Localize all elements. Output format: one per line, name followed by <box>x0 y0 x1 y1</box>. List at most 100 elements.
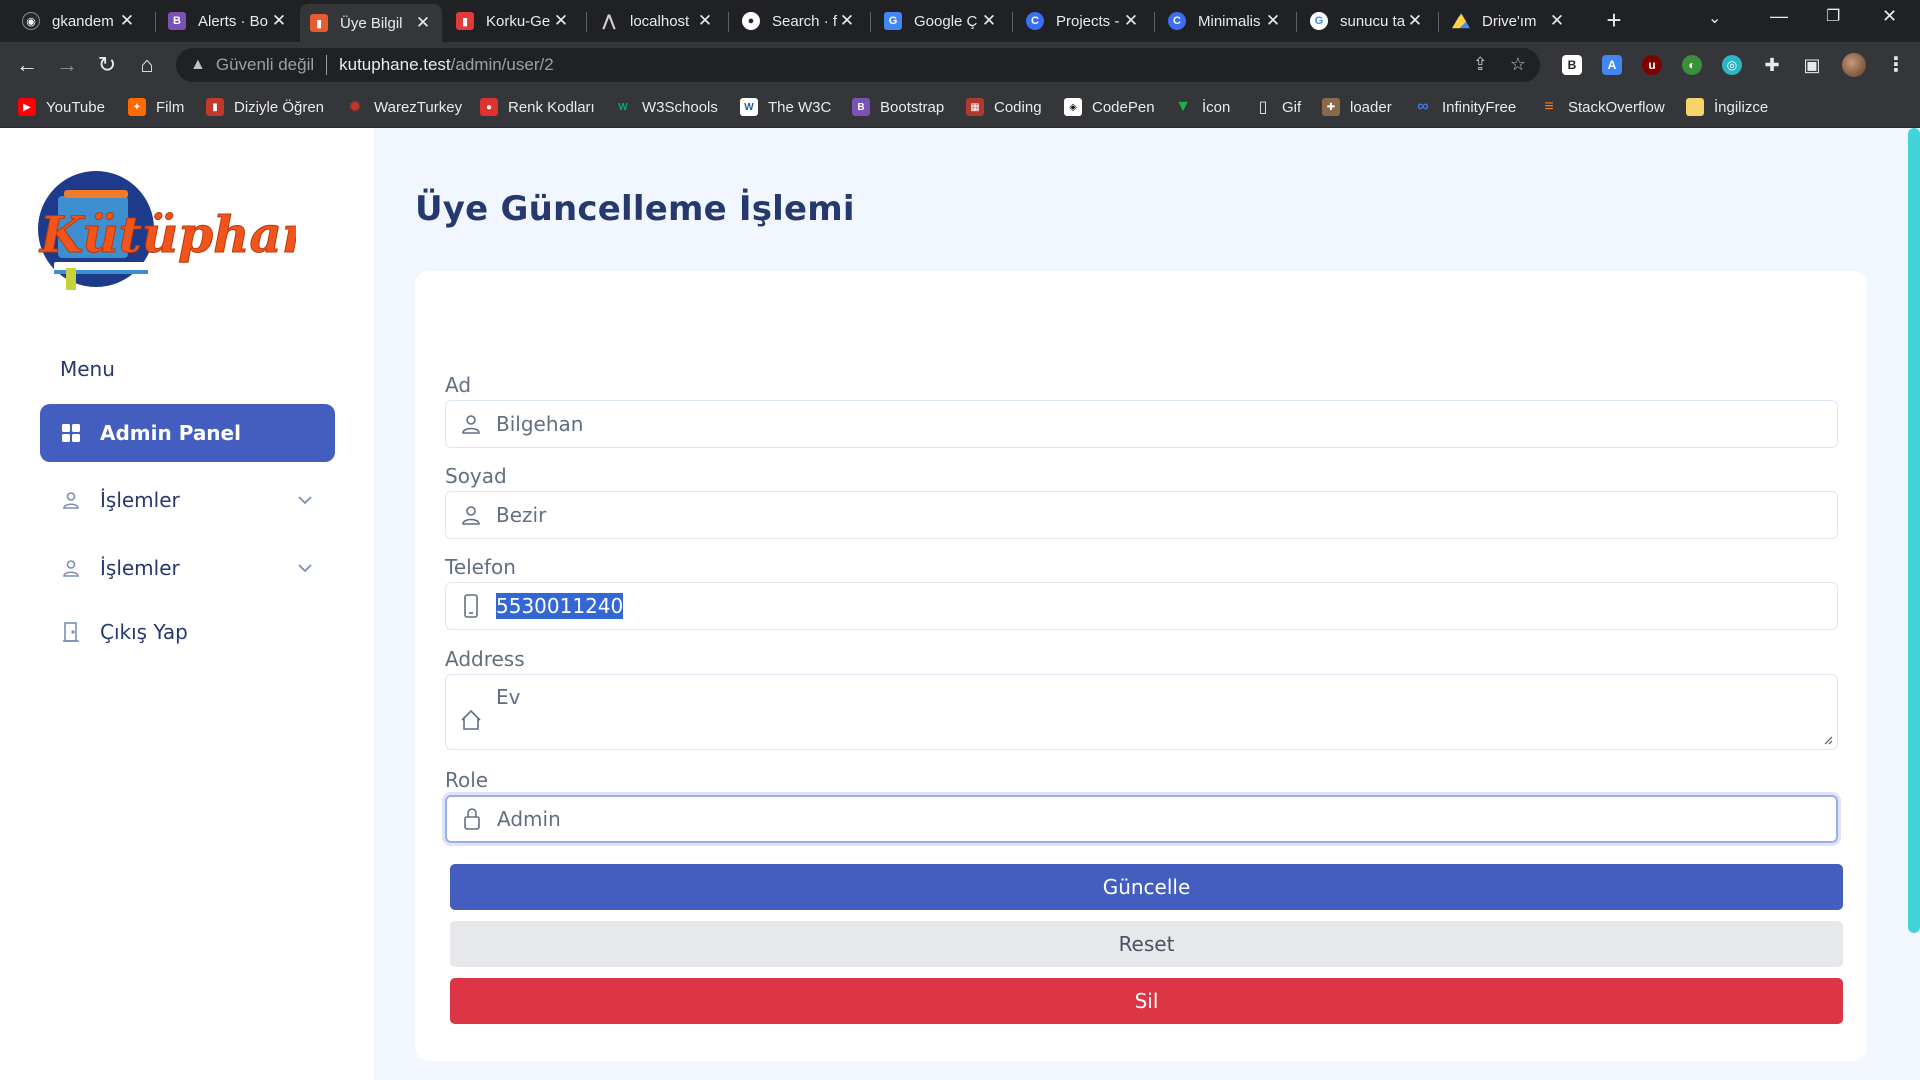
close-tab-icon[interactable]: ✕ <box>552 11 570 31</box>
bookmarks-bar: ▶ YouTube ✦ Film ▮ Diziyle Öğren ✹ WarezTurk… <box>0 88 1920 128</box>
folder-icon <box>1686 98 1704 116</box>
grid-icon <box>60 422 82 444</box>
soyad-input[interactable]: Bezir <box>445 491 1838 539</box>
color-picker-extension-icon[interactable]: ◐ <box>1682 55 1702 75</box>
close-tab-icon[interactable]: ✕ <box>838 11 856 31</box>
bootstrap-icon: B <box>168 12 186 30</box>
close-tab-icon[interactable]: ✕ <box>1122 11 1140 31</box>
share-icon[interactable]: ⇪ <box>1473 54 1488 75</box>
sidebar-item-islemler[interactable]: İşlemler <box>40 471 335 529</box>
github-icon: ● <box>742 12 760 30</box>
reset-button[interactable]: Reset <box>450 921 1843 967</box>
telefon-label: Telefon <box>445 555 516 579</box>
google-translate-extension-icon[interactable]: A <box>1602 55 1622 75</box>
sidebar-item-logout[interactable]: Çıkış Yap <box>40 603 335 661</box>
bookmark-item[interactable]: ✹ WarezTurkey <box>346 98 462 117</box>
sidebar-item-islemler-2[interactable]: İşlemler <box>40 539 335 597</box>
ad-input[interactable]: Bilgehan <box>445 400 1838 448</box>
bookmark-item[interactable]: ✚ loader <box>1322 98 1392 116</box>
bootstrap-icon: B <box>852 98 870 116</box>
extension-b-icon[interactable]: B <box>1562 55 1582 75</box>
tab-divider <box>586 12 587 32</box>
close-tab-icon[interactable]: ✕ <box>980 11 998 31</box>
w3c-icon: W <box>740 98 758 116</box>
address-textarea[interactable]: Ev <box>445 674 1838 750</box>
close-tab-icon[interactable]: ✕ <box>696 11 714 31</box>
tab-divider <box>1438 12 1439 32</box>
browser-tab[interactable]: C Minimalis ✕ <box>1158 6 1292 36</box>
browser-tab[interactable]: C Projects - ✕ <box>1016 6 1150 36</box>
extension-teal-icon[interactable]: ◎ <box>1722 55 1742 75</box>
side-panel-icon[interactable]: ▣ <box>1802 55 1822 75</box>
bookmark-item[interactable]: ✦ Film <box>128 98 184 116</box>
ublock-icon[interactable]: u <box>1642 55 1662 75</box>
browser-tab-active[interactable]: ▮ Üye Bilgil ✕ <box>300 4 442 42</box>
page-scrollbar-thumb[interactable] <box>1908 128 1920 933</box>
restore-icon[interactable]: ❐ <box>1826 6 1840 26</box>
close-tab-icon[interactable]: ✕ <box>1264 11 1282 31</box>
bookmark-item[interactable]: ∞ InfinityFree <box>1414 98 1516 116</box>
bookmark-item[interactable]: ● Renk Kodları <box>480 98 595 116</box>
file-icon: ▯ <box>1258 99 1268 116</box>
browser-tab[interactable]: ▮ Korku-Ge ✕ <box>446 6 580 36</box>
page-title: Üye Güncelleme İşlemi <box>415 189 855 229</box>
bookmark-item[interactable]: ▼ İcon <box>1174 98 1230 116</box>
chevron-down-icon <box>297 557 313 581</box>
browser-tab[interactable]: G Google Ç ✕ <box>874 6 1008 36</box>
sidebar-item-label: İşlemler <box>100 488 180 512</box>
bookmark-star-icon[interactable]: ☆ <box>1510 54 1526 75</box>
security-status[interactable]: Güvenli değil <box>216 55 314 75</box>
bookmark-item[interactable]: ▯ Gif <box>1254 98 1302 117</box>
browser-tab[interactable]: B Alerts · Bo ✕ <box>158 6 298 36</box>
resize-handle-icon[interactable] <box>1823 735 1833 745</box>
kutuphane-logo[interactable]: Kütüphane <box>36 166 296 296</box>
update-button[interactable]: Güncelle <box>450 864 1843 910</box>
bookmark-item[interactable]: ▦ Coding <box>966 98 1042 116</box>
forward-icon[interactable]: → <box>52 50 82 80</box>
bookmark-item[interactable]: ≡ StackOverflow <box>1540 98 1664 116</box>
address-bar[interactable]: ▲ Güvenli değil kutuphane.test /admin/us… <box>176 48 1540 82</box>
bookmark-item[interactable]: ▮ Diziyle Öğren <box>206 98 324 116</box>
tab-divider <box>1154 12 1155 32</box>
profile-avatar[interactable] <box>1842 53 1866 77</box>
bookmark-item[interactable]: W W3Schools <box>614 98 718 116</box>
close-window-icon[interactable]: ✕ <box>1882 6 1897 27</box>
home-icon[interactable]: ⌂ <box>132 50 162 80</box>
close-tab-icon[interactable]: ✕ <box>270 11 288 31</box>
sidebar-item-admin-panel[interactable]: Admin Panel <box>40 404 335 462</box>
browser-tab[interactable]: G sunucu ta ✕ <box>1300 6 1434 36</box>
home-icon <box>446 709 496 731</box>
reload-icon[interactable]: ↻ <box>92 50 122 80</box>
loader-icon: ✚ <box>1322 98 1340 116</box>
browser-tab-strip: ◉ gkandem ✕ B Alerts · Bo ✕ ▮ Üye Bilgil… <box>0 0 1920 42</box>
back-icon[interactable]: ← <box>12 50 42 80</box>
github-icon: ◉ <box>22 12 40 30</box>
sidebar-item-label: Çıkış Yap <box>100 620 188 644</box>
gear-icon: ✹ <box>348 99 362 116</box>
bookmark-item[interactable]: ▶ YouTube <box>18 98 105 116</box>
tab-search-icon[interactable]: ⌄ <box>1708 8 1721 28</box>
bookmark-item[interactable]: B Bootstrap <box>852 98 944 116</box>
drive-icon <box>1452 12 1470 29</box>
person-icon <box>60 557 82 579</box>
browser-tab[interactable]: ◉ gkandem ✕ <box>12 6 146 36</box>
close-tab-icon[interactable]: ✕ <box>1406 11 1424 31</box>
warning-icon[interactable]: ▲ <box>190 56 206 74</box>
browser-tab[interactable]: ● Search · f ✕ <box>732 6 866 36</box>
minimize-icon[interactable]: — <box>1770 6 1788 27</box>
bookmark-item[interactable]: W The W3C <box>740 98 831 116</box>
role-input[interactable]: Admin <box>445 795 1838 843</box>
bookmark-item[interactable]: İngilizce <box>1686 98 1768 116</box>
extensions-puzzle-icon[interactable]: ✚ <box>1762 55 1782 75</box>
telefon-input[interactable]: 5530011240 <box>445 582 1838 630</box>
close-tab-icon[interactable]: ✕ <box>1548 11 1566 31</box>
telefon-value-selected: 5530011240 <box>496 593 624 619</box>
new-tab-button[interactable]: + <box>1600 6 1628 34</box>
close-tab-icon[interactable]: ✕ <box>118 11 136 31</box>
delete-button[interactable]: Sil <box>450 978 1843 1024</box>
menu-kebab-icon[interactable]: ⋮ <box>1886 52 1906 77</box>
browser-tab[interactable]: Drive'ım ✕ <box>1442 6 1576 36</box>
browser-tab[interactable]: ⋀ localhost ✕ <box>590 6 724 36</box>
close-tab-icon[interactable]: ✕ <box>414 13 432 33</box>
bookmark-item[interactable]: ◈ CodePen <box>1064 98 1155 116</box>
